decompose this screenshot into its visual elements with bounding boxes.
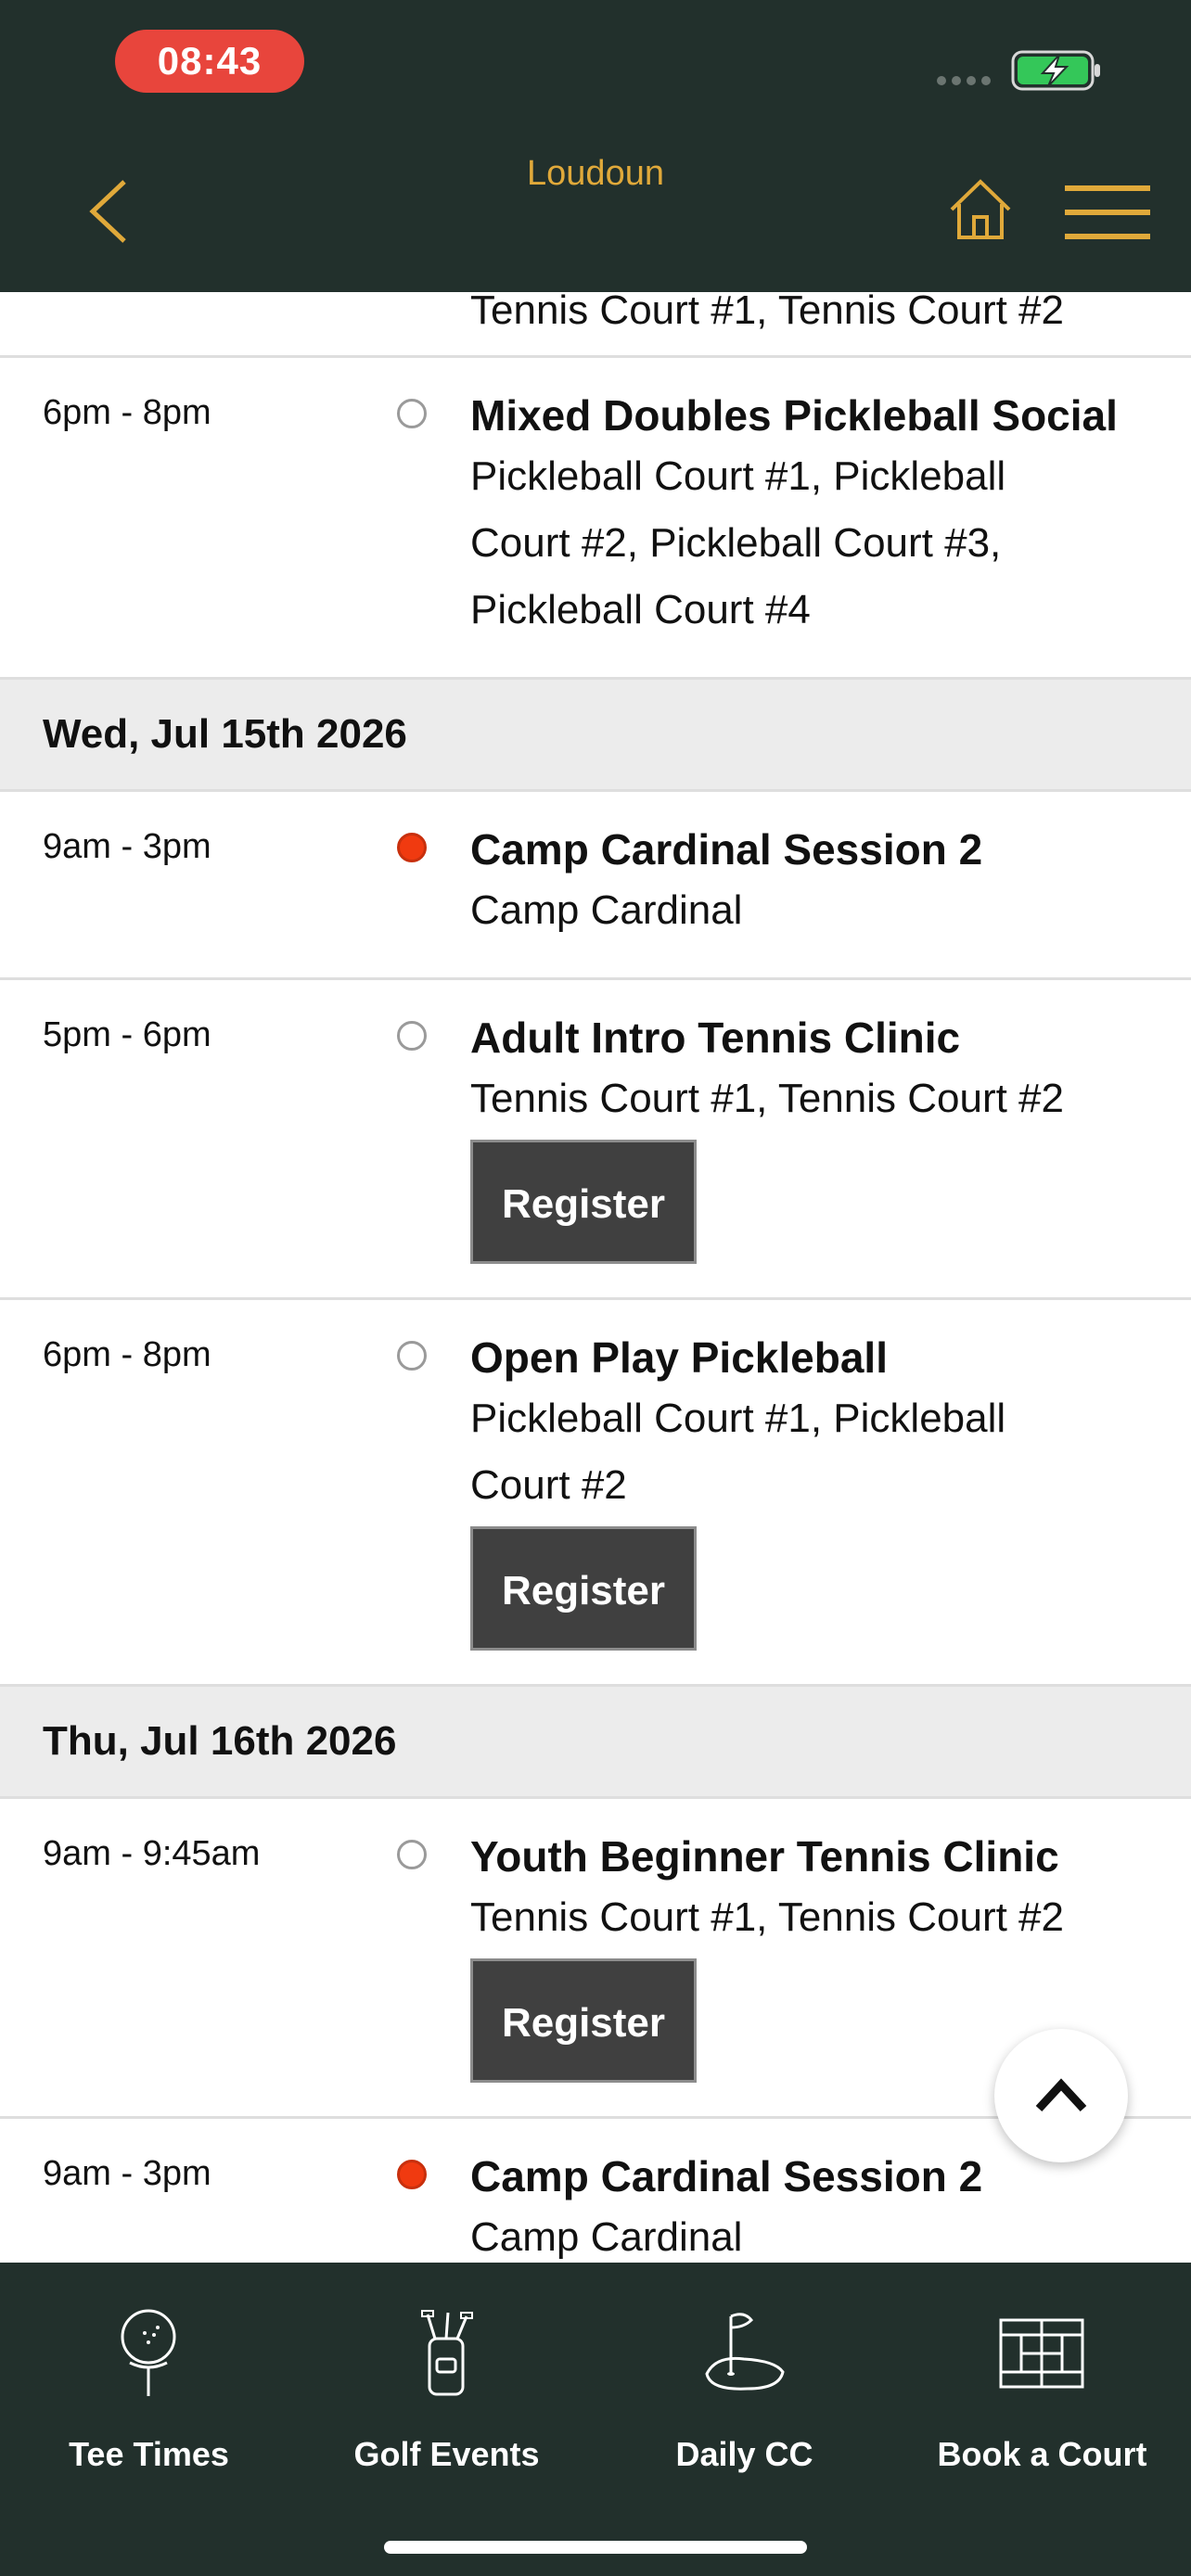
list-item[interactable]: 9am - 3pm Camp Cardinal Session 2 Camp C… — [0, 792, 1191, 980]
nav-label: Book a Court — [937, 2435, 1147, 2473]
home-indicator[interactable] — [384, 2541, 807, 2554]
event-time: 9am - 3pm — [43, 2154, 211, 2193]
status-dot-icon — [397, 2160, 427, 2189]
event-time: 6pm - 8pm — [43, 393, 211, 432]
register-button[interactable]: Register — [470, 1140, 697, 1264]
list-item[interactable]: 6pm - 8pm Mixed Doubles Pickleball Socia… — [0, 358, 1191, 680]
event-time: 9am - 3pm — [43, 827, 211, 866]
event-location: Tennis Court #1, Tennis Court #2 — [470, 292, 1064, 333]
register-button[interactable]: Register — [470, 1958, 697, 2083]
status-dot-icon — [397, 1021, 427, 1051]
event-list[interactable]: Tennis Court #1, Tennis Court #2 6pm - 8… — [0, 292, 1191, 2263]
register-button[interactable]: Register — [470, 1526, 697, 1651]
event-location: Camp Cardinal — [470, 887, 743, 933]
event-location: Tennis Court #1, Tennis Court #2 — [470, 1076, 1064, 1121]
app-header: 08:43 Loudoun — [0, 0, 1191, 292]
court-grid-icon — [999, 2318, 1084, 2389]
nav-label: Tee Times — [69, 2435, 229, 2473]
golf-ball-tee-icon — [121, 2309, 176, 2396]
signal-icon — [937, 76, 991, 85]
event-location: Court #2, Pickleball Court #3, — [470, 520, 1002, 566]
nav-tee-times[interactable]: Tee Times — [0, 2263, 298, 2504]
event-time: 5pm - 6pm — [43, 1015, 211, 1054]
event-location: Pickleball Court #1, Pickleball — [470, 453, 1006, 499]
event-time: 9am - 9:45am — [43, 1834, 261, 1873]
golf-bag-icon — [421, 2310, 473, 2396]
event-title[interactable]: Adult Intro Tennis Clinic — [470, 1010, 1147, 1065]
golf-green-flag-icon — [705, 2313, 785, 2391]
list-item[interactable]: 5pm - 6pm Adult Intro Tennis Clinic Tenn… — [0, 980, 1191, 1300]
date-header: Wed, Jul 15th 2026 — [0, 680, 1191, 792]
event-location: Pickleball Court #4 — [470, 587, 811, 632]
bottom-nav: Tee Times Golf Events Daily CC Book a Co… — [0, 2263, 1191, 2576]
nav-daily-cc[interactable]: Daily CC — [596, 2263, 893, 2504]
date-header: Thu, Jul 16th 2026 — [0, 1687, 1191, 1799]
status-dot-icon — [397, 399, 427, 428]
event-title[interactable]: Youth Beginner Tennis Clinic — [470, 1829, 1147, 1884]
nav-book-a-court[interactable]: Book a Court — [893, 2263, 1191, 2504]
event-title[interactable]: Open Play Pickleball — [470, 1330, 1147, 1385]
scroll-to-top-button[interactable] — [994, 2029, 1128, 2162]
status-dot-icon — [397, 1840, 427, 1869]
event-time: 6pm - 8pm — [43, 1335, 211, 1374]
list-item[interactable]: 6pm - 8pm Open Play Pickleball Picklebal… — [0, 1300, 1191, 1687]
hamburger-menu-icon[interactable] — [1065, 182, 1150, 243]
battery-charging-icon — [1011, 50, 1100, 91]
event-location: Court #2 — [470, 1462, 627, 1508]
nav-label: Golf Events — [353, 2435, 540, 2473]
event-location: Tennis Court #1, Tennis Court #2 — [470, 1894, 1064, 1940]
event-title[interactable]: Camp Cardinal Session 2 — [470, 822, 1147, 877]
event-location: Camp Cardinal — [470, 2214, 743, 2260]
chevron-up-icon — [1035, 2078, 1087, 2112]
list-item[interactable]: Tennis Court #1, Tennis Court #2 — [0, 292, 1191, 358]
home-icon[interactable] — [946, 176, 1015, 243]
status-dot-icon — [397, 833, 427, 862]
event-title[interactable]: Mixed Doubles Pickleball Social — [470, 388, 1147, 443]
status-time: 08:43 — [115, 30, 304, 93]
nav-golf-events[interactable]: Golf Events — [298, 2263, 596, 2504]
event-location: Pickleball Court #1, Pickleball — [470, 1396, 1006, 1441]
nav-label: Daily CC — [675, 2435, 813, 2473]
status-dot-icon — [397, 1341, 427, 1371]
